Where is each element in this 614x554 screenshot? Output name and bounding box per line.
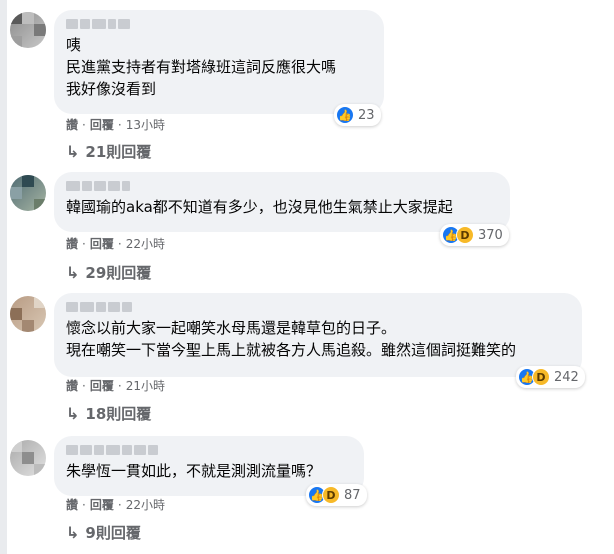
timestamp[interactable]: 22小時 <box>126 496 165 513</box>
replies-count: 18則回覆 <box>85 405 152 423</box>
reply-link[interactable]: 回覆 <box>90 377 114 394</box>
avatar[interactable] <box>10 12 46 48</box>
comment-actions: 讚 · 回覆 · 21小時 <box>66 377 165 394</box>
comment-text-line: 懷念以前大家一起嘲笑水母馬還是韓草包的日子。 <box>66 319 397 337</box>
comment-text-line: 朱學恆一貫如此，不就是測測流量嗎？ <box>66 462 322 480</box>
reaction-summary[interactable]: 👍 D 242 <box>516 366 585 388</box>
reaction-count: 23 <box>358 107 375 123</box>
reply-arrow-icon: ↳ <box>66 142 80 161</box>
timestamp[interactable]: 13小時 <box>126 116 165 133</box>
like-link[interactable]: 讚 <box>66 377 78 394</box>
reply-arrow-icon: ↳ <box>66 523 80 542</box>
avatar[interactable] <box>10 175 46 211</box>
replies-count: 9則回覆 <box>85 524 141 542</box>
commenter-name-blurred[interactable] <box>66 444 352 456</box>
left-border <box>0 0 7 554</box>
view-replies-link[interactable]: ↳ 21則回覆 <box>66 141 151 162</box>
commenter-name-blurred[interactable] <box>66 180 498 192</box>
comment-bubble: 懷念以前大家一起嘲笑水母馬還是韓草包的日子。 現在嘲笑一下當今聖上馬上就被各方人… <box>54 293 582 377</box>
comment-text-line: 民進黨支持者有對塔綠班這詞反應很大嗎 <box>66 58 337 76</box>
laughing-face-icon: D <box>532 368 550 386</box>
reaction-count: 87 <box>344 487 361 503</box>
comment-text-line: 我好像沒看到 <box>66 80 157 98</box>
replies-count: 21則回覆 <box>85 143 152 161</box>
timestamp[interactable]: 21小時 <box>126 377 165 394</box>
comment-text-line: 咦 <box>66 36 82 54</box>
like-link[interactable]: 讚 <box>66 235 78 252</box>
commenter-name-blurred[interactable] <box>66 18 372 30</box>
timestamp[interactable]: 22小時 <box>126 235 165 252</box>
comment-actions: 讚 · 回覆 · 22小時 <box>66 496 165 513</box>
comment-text-line: 現在嘲笑一下當今聖上馬上就被各方人馬追殺。雖然這個詞挺難笑的 <box>66 341 517 359</box>
reaction-count: 370 <box>478 227 503 243</box>
reaction-count: 242 <box>554 369 579 385</box>
reply-link[interactable]: 回覆 <box>90 116 114 133</box>
commenter-name-blurred[interactable] <box>66 301 570 313</box>
view-replies-link[interactable]: ↳ 18則回覆 <box>66 403 151 424</box>
reply-link[interactable]: 回覆 <box>90 235 114 252</box>
avatar[interactable] <box>10 440 46 476</box>
reply-arrow-icon: ↳ <box>66 263 80 282</box>
like-link[interactable]: 讚 <box>66 496 78 513</box>
reaction-summary[interactable]: 👍 D 87 <box>306 484 367 506</box>
reply-arrow-icon: ↳ <box>66 404 80 423</box>
view-replies-link[interactable]: ↳ 29則回覆 <box>66 262 151 283</box>
avatar[interactable] <box>10 296 46 332</box>
comment-bubble: 咦 民進黨支持者有對塔綠班這詞反應很大嗎 我好像沒看到 <box>54 10 384 114</box>
like-link[interactable]: 讚 <box>66 116 78 133</box>
view-replies-link[interactable]: ↳ 9則回覆 <box>66 522 141 543</box>
replies-count: 29則回覆 <box>85 264 152 282</box>
comment-text-line: 韓國瑜的aka都不知道有多少，也沒見他生氣禁止大家提起 <box>66 198 453 216</box>
reaction-summary[interactable]: 👍 D 370 <box>440 224 509 246</box>
laughing-face-icon: D <box>322 486 340 504</box>
reaction-summary[interactable]: 👍 23 <box>334 104 381 126</box>
thumbs-up-icon: 👍 <box>336 106 354 124</box>
reply-link[interactable]: 回覆 <box>90 496 114 513</box>
comment-actions: 讚 · 回覆 · 22小時 <box>66 235 165 252</box>
comment-bubble: 韓國瑜的aka都不知道有多少，也沒見他生氣禁止大家提起 <box>54 172 510 232</box>
laughing-face-icon: D <box>456 226 474 244</box>
comment-actions: 讚 · 回覆 · 13小時 <box>66 116 165 133</box>
